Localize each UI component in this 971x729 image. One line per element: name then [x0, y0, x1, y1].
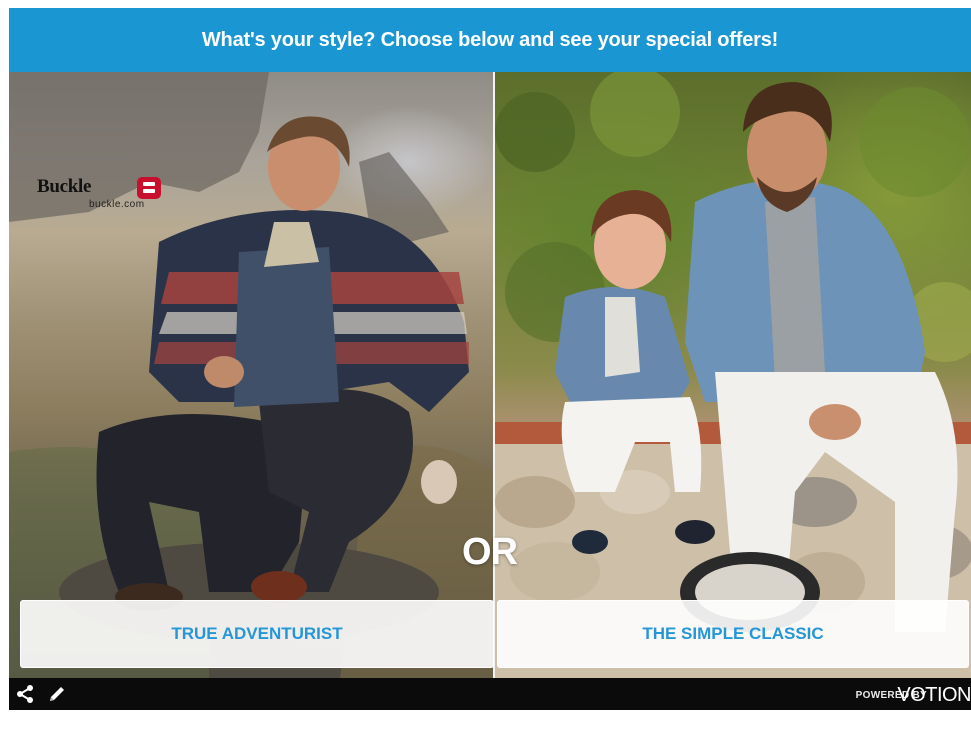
poll-widget: What's your style? Choose below and see …	[9, 8, 971, 710]
votion-logo[interactable]: VOTION	[897, 684, 971, 707]
simple-classic-illustration	[495, 72, 971, 686]
buckle-logo: Buckle buckle.com	[37, 176, 167, 212]
footer-bar: POWERED BY VOTION	[9, 678, 971, 710]
logo-url: buckle.com	[89, 199, 145, 210]
banner-title: What's your style? Choose below and see …	[201, 28, 779, 51]
adventurist-illustration	[9, 72, 493, 686]
photo-simple-classic[interactable]	[495, 72, 971, 686]
share-icon[interactable]	[15, 684, 35, 704]
header-banner: What's your style? Choose below and see …	[9, 8, 971, 72]
or-separator: OR	[462, 531, 518, 573]
photo-adventurist[interactable]: Buckle buckle.com	[9, 72, 493, 686]
choice-label: THE SIMPLE CLASSIC	[642, 624, 824, 643]
pencil-icon[interactable]	[47, 684, 67, 704]
logo-wordmark: Buckle	[37, 176, 92, 197]
choice-button-true-adventurist[interactable]: TRUE ADVENTURIST	[20, 600, 494, 668]
buckle-b-icon	[137, 177, 161, 199]
choice-button-simple-classic[interactable]: THE SIMPLE CLASSIC	[497, 600, 969, 668]
choice-label: TRUE ADVENTURIST	[171, 624, 343, 643]
